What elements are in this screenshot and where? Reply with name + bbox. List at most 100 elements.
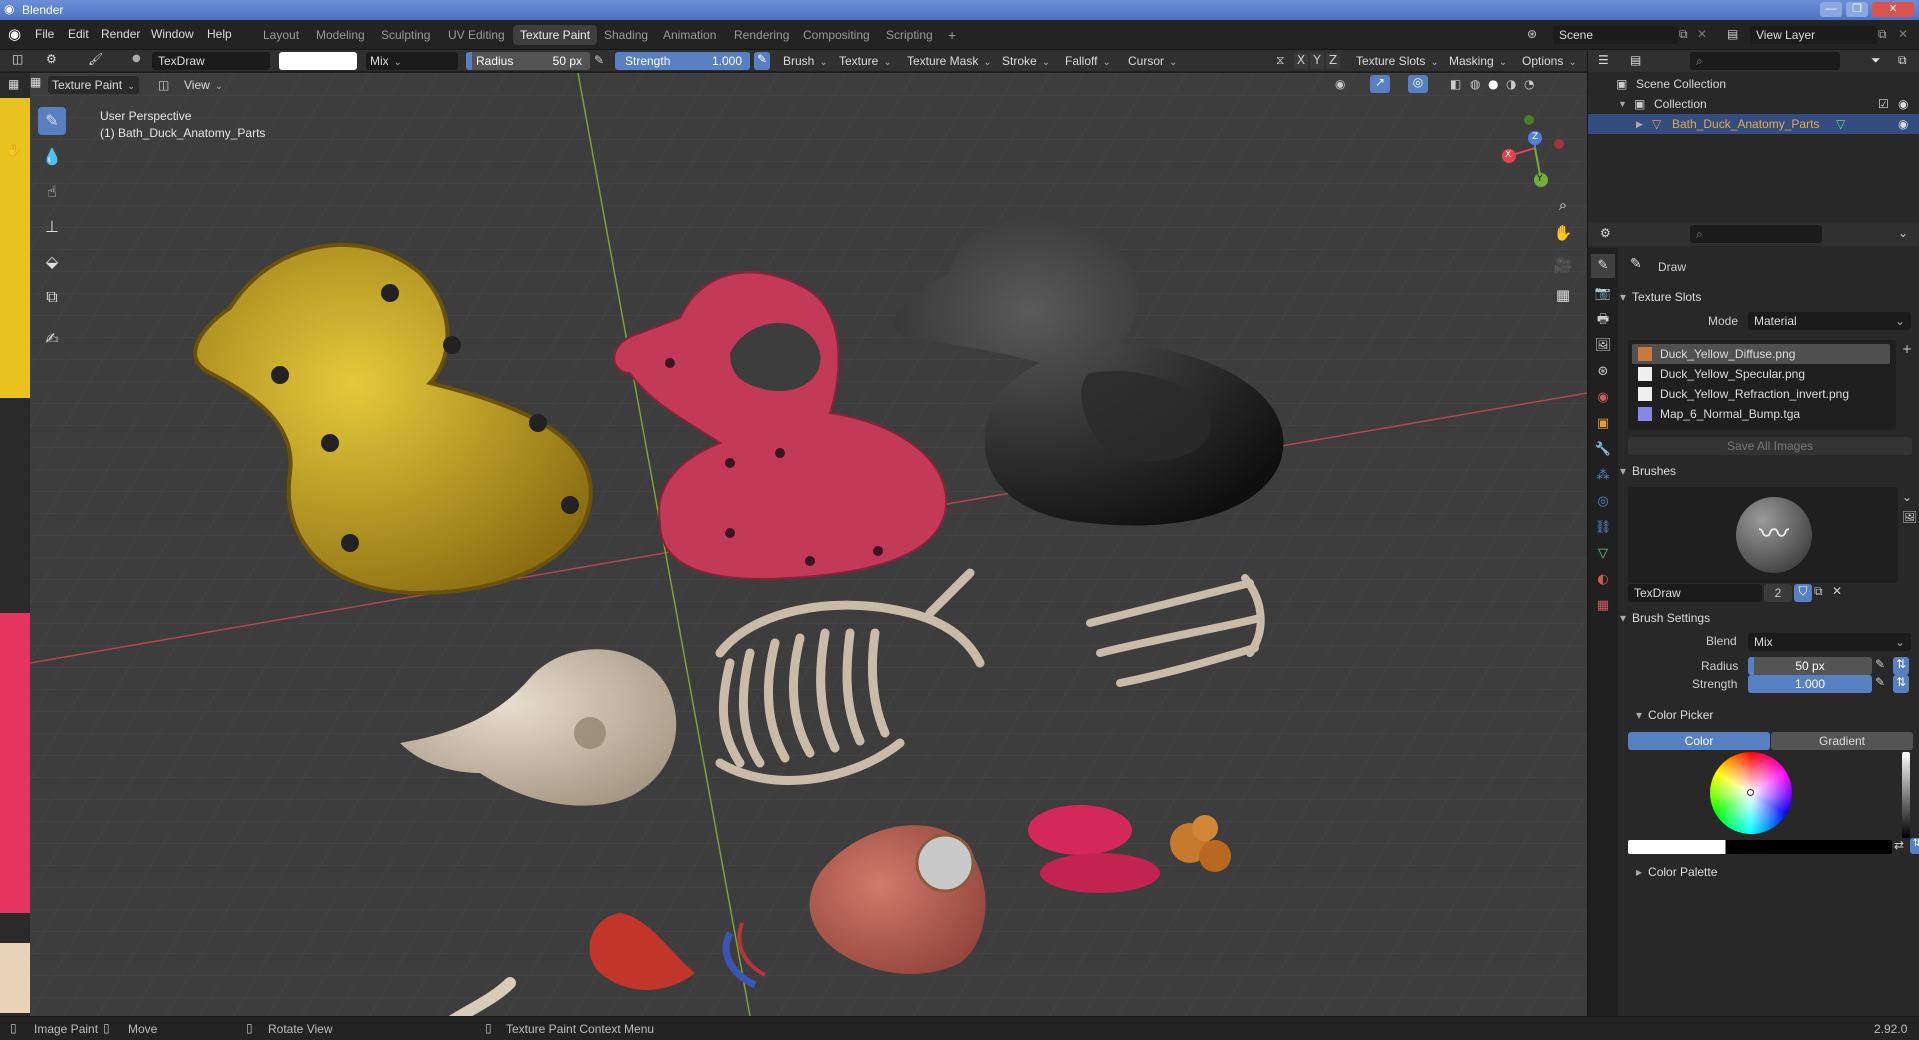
camera-view-icon[interactable]: 🎥 bbox=[1550, 252, 1576, 278]
mask-tool-icon[interactable]: ⧉ bbox=[38, 283, 66, 311]
particles-tab-icon[interactable]: ⁂ bbox=[1591, 464, 1615, 488]
tab-sculpting[interactable]: Sculpting bbox=[374, 25, 437, 45]
tab-shading[interactable]: Shading bbox=[597, 25, 655, 45]
unlink-brush-icon[interactable]: ✕ bbox=[1832, 584, 1842, 598]
add-workspace-button[interactable]: + bbox=[941, 25, 963, 45]
symmetry-icon[interactable]: ⧖ bbox=[1276, 53, 1284, 68]
slot-item[interactable]: Duck_Yellow_Refraction_invert.png bbox=[1632, 384, 1882, 404]
tab-modeling[interactable]: Modeling bbox=[309, 25, 372, 45]
strength-pressure-icon[interactable]: ✎ bbox=[754, 52, 770, 70]
expand-arrow-icon[interactable]: ▶ bbox=[1636, 114, 1643, 134]
masking-menu[interactable]: Masking bbox=[1445, 52, 1511, 70]
smear-tool-icon[interactable]: ☝ bbox=[38, 178, 66, 206]
tab-texture-paint[interactable]: Texture Paint bbox=[513, 25, 598, 45]
tab-layout[interactable]: Layout bbox=[256, 25, 306, 45]
radius-slider[interactable]: Radius 50 px bbox=[466, 52, 590, 70]
render-tab-icon[interactable]: 📷 bbox=[1591, 282, 1615, 306]
tab-scripting[interactable]: Scripting bbox=[879, 25, 940, 45]
hand-icon-left[interactable]: ✋ bbox=[6, 143, 21, 157]
radius-pressure-icon[interactable]: ✎ bbox=[594, 53, 604, 67]
outliner-object-row[interactable]: ▶ ▽ Bath_Duck_Anatomy_Parts ▽ ◉ bbox=[1588, 114, 1919, 134]
slot-item[interactable]: Map_6_Normal_Bump.tga bbox=[1632, 404, 1882, 424]
tab-rendering[interactable]: Rendering bbox=[727, 25, 796, 45]
outliner-collection[interactable]: ▼ ▣ Collection ☑ ◉ bbox=[1588, 94, 1919, 114]
menu-render[interactable]: Render bbox=[101, 27, 140, 41]
fill-tool-icon[interactable]: ⬙ bbox=[38, 248, 66, 276]
swap-colors-icon[interactable]: ⇄ bbox=[1894, 838, 1904, 852]
view-menu[interactable]: View bbox=[180, 76, 227, 94]
filter-icon[interactable]: ⏷ bbox=[1871, 53, 1881, 68]
visibility-icon[interactable]: ◉ bbox=[1335, 77, 1345, 91]
outliner-search-input[interactable]: ⌕ bbox=[1690, 52, 1840, 70]
modifier-tab-icon[interactable]: 🔧 bbox=[1591, 438, 1615, 462]
menu-help[interactable]: Help bbox=[207, 27, 232, 41]
properties-search-input[interactable]: ⌕ bbox=[1690, 225, 1822, 243]
viewport-editor-icon[interactable]: ▦ bbox=[30, 75, 50, 93]
display-mode-icon[interactable]: ▤ bbox=[1630, 53, 1641, 67]
editor-type-icon-left[interactable]: ▦ bbox=[8, 77, 19, 91]
xray-icon[interactable]: ◧ bbox=[1450, 77, 1461, 91]
view-layer-tab-icon[interactable]: 🖼 bbox=[1591, 334, 1615, 358]
radius-unit-icon[interactable]: ⇅ bbox=[1893, 657, 1909, 675]
color-palette-panel-header[interactable]: ▸ Color Palette bbox=[1636, 862, 1717, 882]
scene-name-field[interactable]: Scene bbox=[1553, 26, 1678, 44]
visibility-eye-icon[interactable]: ◉ bbox=[1898, 94, 1908, 114]
brush-preview[interactable]: 〰 bbox=[1628, 487, 1898, 583]
minimize-button[interactable]: — bbox=[1820, 2, 1842, 17]
constraints-tab-icon[interactable]: ⛓ bbox=[1591, 516, 1615, 540]
brush-image-icon[interactable]: 🖼 bbox=[1902, 510, 1917, 524]
blender-menu-icon[interactable]: ◉ bbox=[8, 25, 21, 43]
strength-unit-icon[interactable]: ⇅ bbox=[1893, 675, 1909, 693]
view-layer-icon[interactable]: ▤ bbox=[1727, 27, 1738, 41]
zoom-icon[interactable]: ⌕ bbox=[1550, 192, 1576, 218]
slot-item[interactable]: Duck_Yellow_Diffuse.png bbox=[1632, 344, 1890, 364]
annotate-tool-icon[interactable]: ✍ bbox=[38, 325, 66, 353]
properties-options-icon[interactable]: ⌄ bbox=[1898, 226, 1908, 240]
strength-pressure-icon[interactable]: ✎ bbox=[1875, 675, 1885, 689]
slot-item[interactable]: Duck_Yellow_Specular.png bbox=[1632, 364, 1882, 384]
menu-edit[interactable]: Edit bbox=[68, 27, 89, 41]
menu-file[interactable]: File bbox=[35, 27, 54, 41]
tab-uv-editing[interactable]: UV Editing bbox=[441, 25, 512, 45]
brush-list-expand-icon[interactable]: ⌄ bbox=[1902, 490, 1912, 504]
radius-slider[interactable]: 50 px bbox=[1748, 657, 1872, 675]
3d-viewport[interactable]: ⬚ bbox=[30, 73, 1587, 1016]
overlay-toggle-icon[interactable]: ◎ bbox=[1408, 75, 1428, 93]
texture-mask-menu[interactable]: Texture Mask bbox=[903, 52, 996, 70]
brush-name-field[interactable]: TexDraw bbox=[152, 52, 270, 70]
material-shading-icon[interactable]: ◑ bbox=[1506, 77, 1516, 91]
texture-slots-menu[interactable]: Texture Slots bbox=[1352, 52, 1443, 70]
tab-compositing[interactable]: Compositing bbox=[796, 25, 877, 45]
new-collection-icon[interactable]: ⧉ bbox=[1898, 53, 1907, 68]
paint-mask-icon[interactable]: ◫ bbox=[158, 78, 169, 92]
falloff-menu[interactable]: Falloff bbox=[1061, 52, 1115, 70]
properties-editor-icon[interactable]: ⚙ bbox=[1600, 226, 1611, 240]
include-checkbox[interactable]: ☑ bbox=[1878, 94, 1889, 114]
mirror-x-toggle[interactable]: X bbox=[1294, 53, 1308, 69]
scene-icon[interactable]: ⊛ bbox=[1527, 27, 1537, 41]
delete-view-layer-icon[interactable]: ✕ bbox=[1898, 27, 1908, 41]
color-swatch[interactable] bbox=[1628, 840, 1892, 854]
texture-slots-panel-header[interactable]: Texture Slots bbox=[1620, 286, 1916, 308]
expand-arrow-icon[interactable]: ▼ bbox=[1618, 94, 1627, 114]
tool-tab-icon[interactable]: ✎ bbox=[1591, 254, 1615, 278]
brushes-panel-header[interactable]: Brushes bbox=[1620, 460, 1916, 482]
navigation-gizmo[interactable]: X Y Z bbox=[1495, 108, 1575, 188]
fake-user-shield-icon[interactable]: ⛉ bbox=[1794, 584, 1812, 602]
color-wheel-cursor[interactable] bbox=[1747, 789, 1754, 796]
soften-tool-icon[interactable]: 💧 bbox=[38, 143, 66, 171]
maximize-button[interactable]: ❐ bbox=[1846, 2, 1868, 17]
options-menu[interactable]: Options bbox=[1518, 52, 1581, 70]
outliner-editor-icon[interactable]: ☰ bbox=[1598, 53, 1609, 67]
pan-hand-icon[interactable]: ✋ bbox=[1550, 220, 1576, 246]
stroke-menu[interactable]: Stroke bbox=[998, 52, 1054, 70]
save-all-images-button[interactable]: Save All Images bbox=[1628, 437, 1912, 455]
object-visibility-eye-icon[interactable]: ◉ bbox=[1898, 114, 1908, 134]
new-scene-icon[interactable]: ⧉ bbox=[1679, 27, 1688, 42]
blend-mode-dropdown[interactable]: Mix bbox=[366, 52, 458, 70]
texture-tab-icon[interactable]: ▦ bbox=[1591, 594, 1615, 618]
editor-type-icon[interactable]: ◫ bbox=[12, 52, 23, 66]
gizmo-toggle-icon[interactable]: ↗ bbox=[1370, 75, 1390, 93]
solid-shading-icon[interactable]: ● bbox=[1488, 77, 1498, 91]
view-layer-field[interactable]: View Layer bbox=[1750, 26, 1877, 44]
